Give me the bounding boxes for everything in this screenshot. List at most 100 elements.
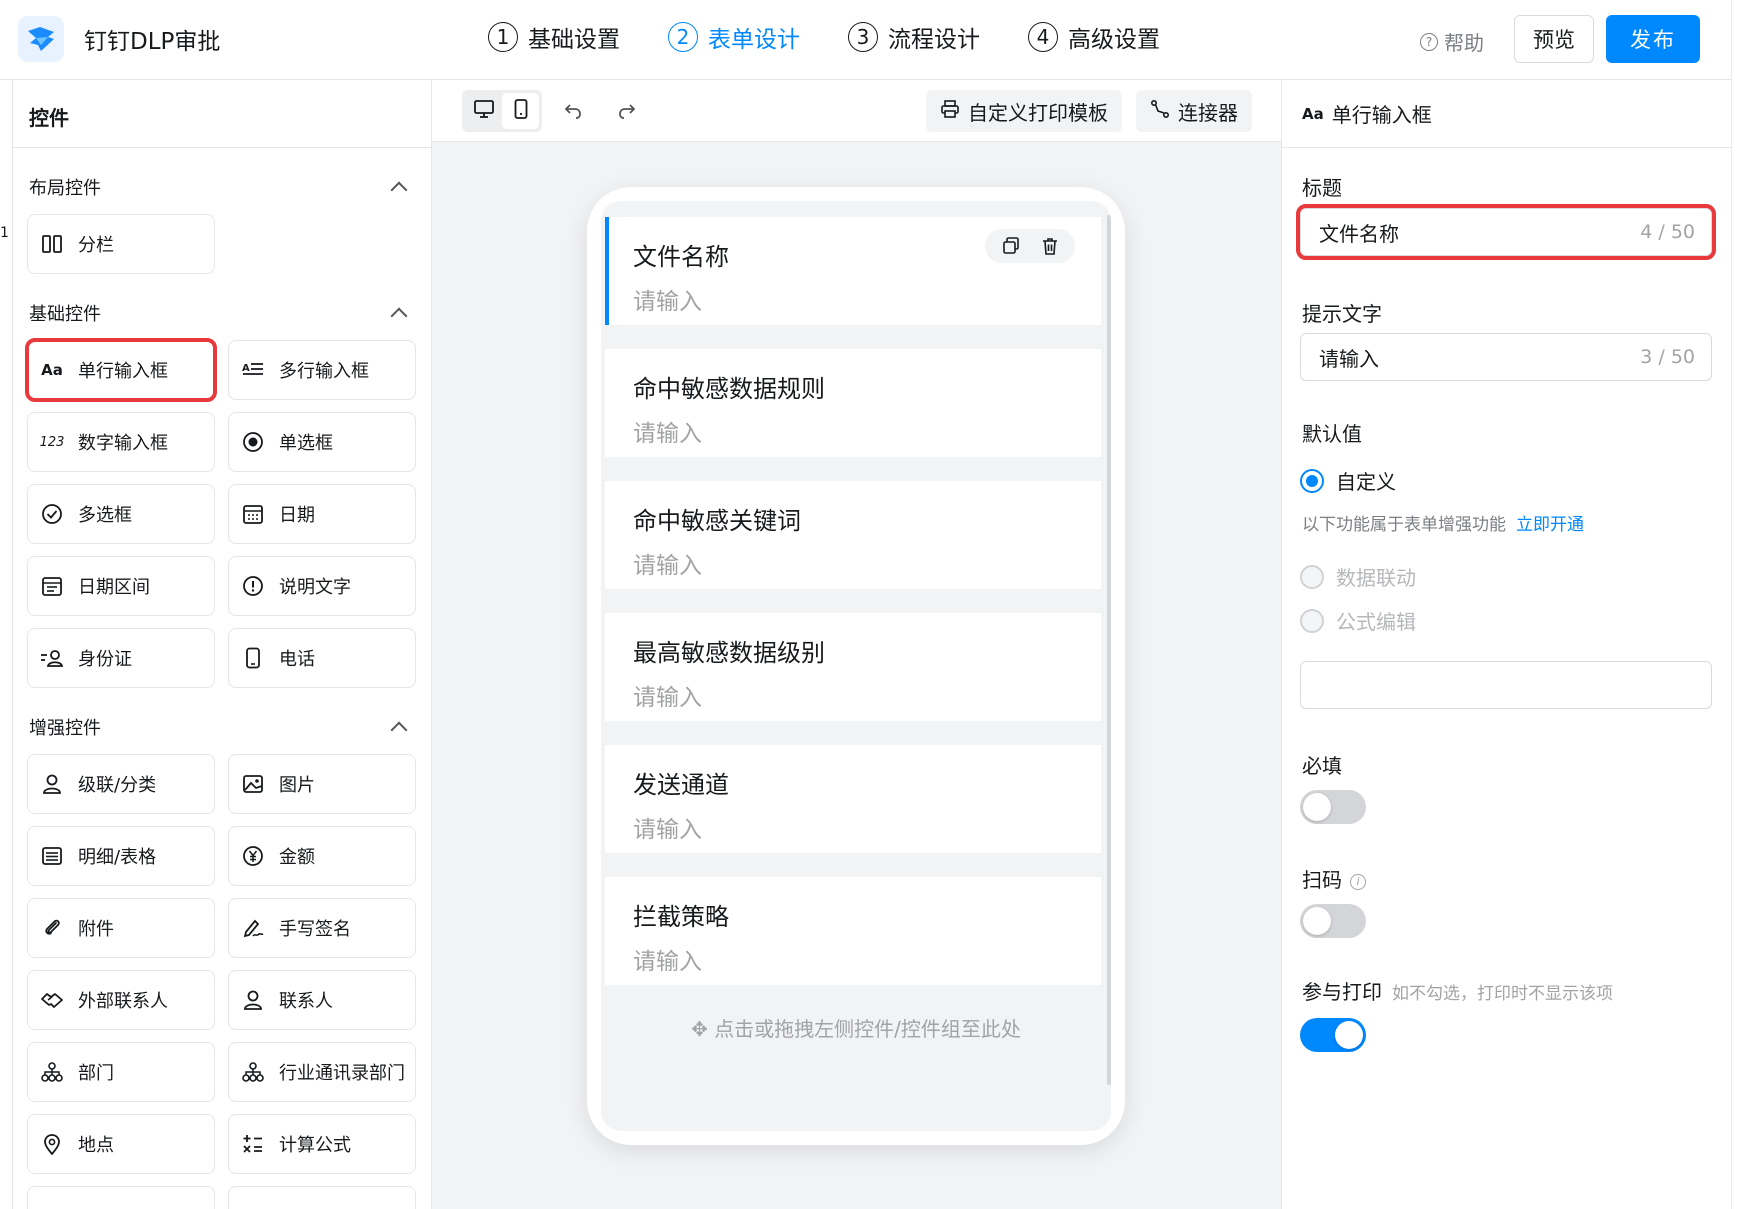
question-icon: ? <box>1420 32 1438 51</box>
radio-button-disabled <box>1300 564 1324 589</box>
control-external-contact[interactable]: 外部联系人 <box>27 970 215 1030</box>
radio-label: 自定义 <box>1336 470 1396 494</box>
hint-text-input[interactable]: 请输入 3 / 50 <box>1300 333 1712 381</box>
preview-button[interactable]: 预览 <box>1514 15 1594 63</box>
publish-button[interactable]: 发布 <box>1606 15 1700 63</box>
control-more-1[interactable] <box>27 1186 215 1209</box>
custom-print-template-button[interactable]: 自定义打印模板 <box>926 90 1122 132</box>
control-columns[interactable]: 分栏 <box>27 214 215 274</box>
control-industry-directory-department[interactable]: 行业通讯录部门 <box>228 1042 416 1102</box>
radio-custom[interactable]: 自定义 <box>1300 466 1396 495</box>
delete-icon[interactable] <box>1037 233 1063 259</box>
field-label: 命中敏感数据规则 <box>633 375 825 403</box>
dingtalk-logo <box>18 16 64 62</box>
undo-icon[interactable] <box>560 98 586 124</box>
field-label: 最高敏感数据级别 <box>633 639 825 667</box>
control-description-text[interactable]: 说明文字 <box>228 556 416 616</box>
step-form-design[interactable]: 2 表单设计 <box>668 20 800 54</box>
control-department[interactable]: 部门 <box>27 1042 215 1102</box>
step-basic-settings[interactable]: 1 基础设置 <box>488 20 620 54</box>
step-flow-design[interactable]: 3 流程设计 <box>848 20 980 54</box>
control-id-card[interactable]: 身份证 <box>27 628 215 688</box>
control-label: 级联/分类 <box>78 775 157 796</box>
desktop-view-button[interactable] <box>465 93 502 129</box>
control-label: 日期区间 <box>78 577 150 598</box>
control-formula[interactable]: 计算公式 <box>228 1114 416 1174</box>
form-field-send-channel[interactable]: 发送通道 请输入 <box>605 745 1101 853</box>
group-title: 基础控件 <box>29 304 101 325</box>
step-number: 2 <box>668 22 698 52</box>
control-date-range[interactable]: 日期区间 <box>27 556 215 616</box>
participate-print-toggle[interactable] <box>1300 1018 1366 1052</box>
field-label: 命中敏感关键词 <box>633 507 801 535</box>
control-more-2[interactable] <box>228 1186 416 1209</box>
control-amount[interactable]: 金额 <box>228 826 416 886</box>
phone-scrollbar[interactable] <box>1107 215 1111 1085</box>
calendar-icon <box>241 502 265 526</box>
activate-now-link[interactable]: 立即开通 <box>1516 515 1584 535</box>
step-advanced-settings[interactable]: 4 高级设置 <box>1028 20 1160 54</box>
control-single-line-input[interactable]: Aa 单行输入框 <box>25 338 217 402</box>
form-field-hit-keyword[interactable]: 命中敏感关键词 请输入 <box>605 481 1101 589</box>
step-number: 3 <box>848 22 878 52</box>
enhance-note: 以下功能属于表单增强功能 立即开通 <box>1302 510 1584 535</box>
checkbox-icon <box>40 502 64 526</box>
form-field-hit-rule[interactable]: 命中敏感数据规则 请输入 <box>605 349 1101 457</box>
chevron-up-icon[interactable] <box>390 181 408 199</box>
default-value-label: 默认值 <box>1302 422 1362 446</box>
help-link[interactable]: ? 帮助 <box>1420 27 1484 56</box>
app-title: 钉钉DLP审批 <box>84 29 221 55</box>
default-value-input[interactable] <box>1300 661 1712 709</box>
control-location[interactable]: 地点 <box>27 1114 215 1174</box>
control-image[interactable]: 图片 <box>228 754 416 814</box>
mobile-view-button[interactable] <box>502 93 539 129</box>
control-checkbox[interactable]: 多选框 <box>27 484 215 544</box>
title-input-value: 文件名称 <box>1319 221 1399 246</box>
group-header-enhanced[interactable]: 增强控件 <box>13 712 431 742</box>
page-scrollbar[interactable] <box>1731 0 1741 1209</box>
chevron-up-icon[interactable] <box>390 307 408 325</box>
control-contact[interactable]: 联系人 <box>228 970 416 1030</box>
field-placeholder: 请输入 <box>633 817 702 843</box>
print-label-row: 参与打印 如不勾选，打印时不显示该项 <box>1302 976 1613 1005</box>
required-toggle[interactable] <box>1300 790 1366 824</box>
drop-zone-hint[interactable]: ✥ 点击或拖拽左侧控件/控件组至此处 <box>601 1013 1111 1042</box>
group-header-basic[interactable]: 基础控件 <box>13 298 431 328</box>
control-number-input[interactable]: 123 数字输入框 <box>27 412 215 472</box>
number-icon: 123 <box>39 434 65 450</box>
scan-code-label-row: 扫码 i <box>1302 864 1366 893</box>
control-cascade[interactable]: 级联/分类 <box>27 754 215 814</box>
columns-icon <box>40 232 64 256</box>
step-label: 流程设计 <box>888 27 980 53</box>
chevron-up-icon[interactable] <box>390 721 408 739</box>
scan-code-toggle[interactable] <box>1300 904 1366 938</box>
control-attachment[interactable]: 附件 <box>27 898 215 958</box>
control-phone[interactable]: 电话 <box>228 628 416 688</box>
control-label: 多选框 <box>78 505 132 526</box>
move-icon: ✥ <box>691 1017 708 1041</box>
redo-icon[interactable] <box>614 98 640 124</box>
control-signature[interactable]: 手写签名 <box>228 898 416 958</box>
paperclip-icon <box>40 916 64 940</box>
control-detail-table[interactable]: 明细/表格 <box>27 826 215 886</box>
control-date[interactable]: 日期 <box>228 484 416 544</box>
connector-button[interactable]: 连接器 <box>1136 90 1252 132</box>
scan-code-label: 扫码 <box>1302 868 1342 892</box>
connector-label: 连接器 <box>1178 100 1238 125</box>
printer-icon <box>940 99 960 124</box>
info-icon[interactable]: i <box>1350 873 1366 890</box>
phone-icon <box>241 646 265 670</box>
form-field-intercept-policy[interactable]: 拦截策略 请输入 <box>605 877 1101 985</box>
group-header-layout[interactable]: 布局控件 <box>13 172 431 202</box>
print-template-label: 自定义打印模板 <box>968 100 1108 125</box>
copy-icon[interactable] <box>998 233 1024 259</box>
radio-button-selected[interactable] <box>1300 468 1324 493</box>
control-radio[interactable]: 单选框 <box>228 412 416 472</box>
control-label: 单选框 <box>279 433 333 454</box>
form-field-max-level[interactable]: 最高敏感数据级别 请输入 <box>605 613 1101 721</box>
person-icon <box>241 988 265 1012</box>
title-input[interactable]: 文件名称 4 / 50 <box>1296 204 1716 260</box>
control-multi-line-input[interactable]: A 多行输入框 <box>228 340 416 400</box>
signature-icon <box>241 916 265 940</box>
form-field-file-name[interactable]: 文件名称 请输入 <box>605 217 1101 325</box>
